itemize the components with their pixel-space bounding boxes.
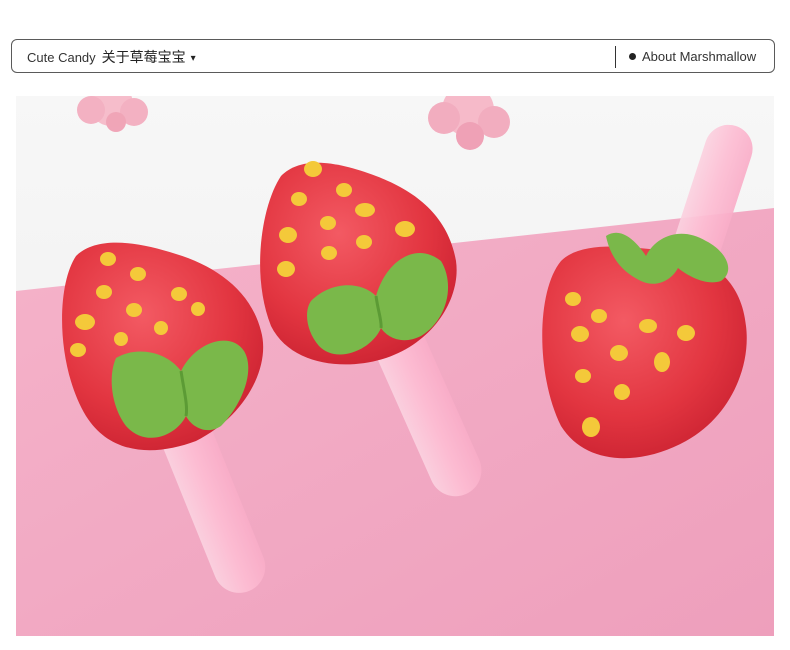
about-marshmallow-label: About Marshmallow — [642, 49, 757, 64]
bullet-dot-icon — [629, 53, 636, 60]
about-marshmallow-link[interactable]: About Marshmallow — [629, 40, 756, 74]
brand-menu[interactable]: Cute Candy 关于草莓宝宝 ▾ — [27, 40, 196, 74]
nav-divider — [615, 46, 616, 68]
about-strawberry-menu-label: 关于草莓宝宝 — [101, 49, 186, 65]
product-photo — [16, 96, 774, 636]
dropdown-caret-icon: ▾ — [190, 53, 196, 64]
top-navigation-bar: Cute Candy 关于草莓宝宝 ▾ About Marshmallow — [11, 39, 775, 73]
brand-name: Cute Candy — [27, 50, 96, 65]
